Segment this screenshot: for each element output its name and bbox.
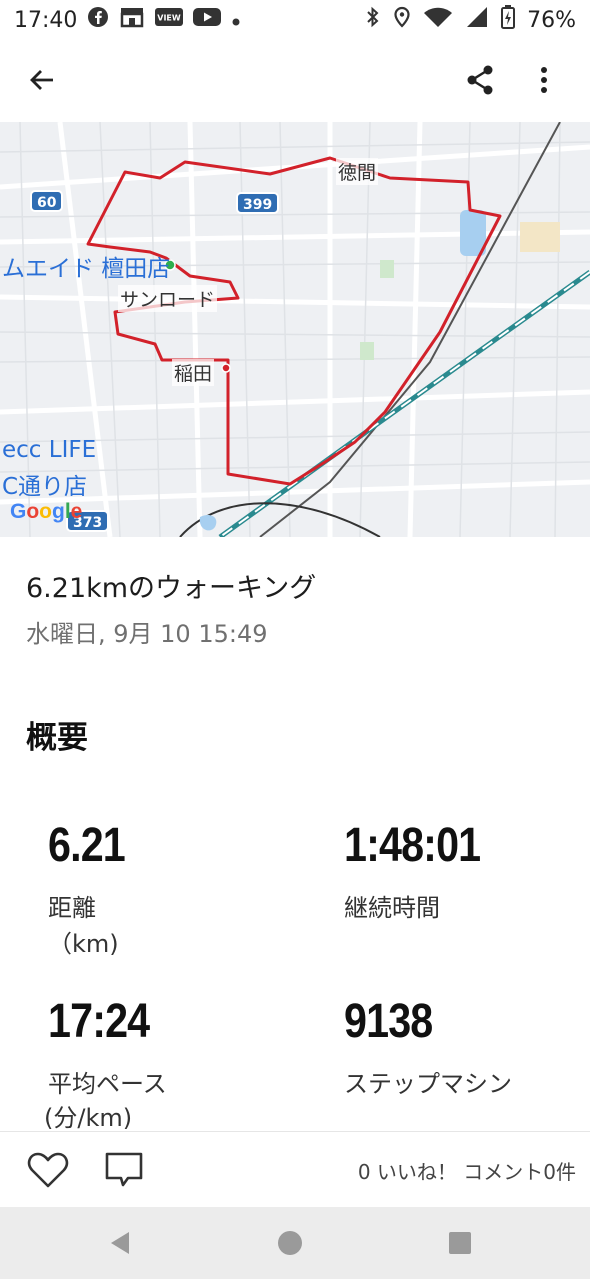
bluetooth-icon xyxy=(365,6,381,34)
status-time: 17:40 xyxy=(14,7,78,33)
road-badge-399: 399 xyxy=(236,192,280,214)
map-label-store-bottom-2: C通り店 xyxy=(2,474,88,500)
comment-icon xyxy=(105,1152,143,1187)
map-label-store-bottom-1: ecc LIFE xyxy=(2,437,97,463)
status-bar: 17:40 VIEW 76% xyxy=(0,0,590,40)
duration-label: 継続時間 xyxy=(344,894,440,922)
dot-icon xyxy=(231,8,241,33)
share-icon xyxy=(467,65,493,95)
distance-label: 距離 xyxy=(48,894,96,922)
nav-home-button[interactable] xyxy=(266,1219,314,1267)
map-label-store-top: ムエイド 檀田店 xyxy=(2,256,171,282)
nav-back-icon xyxy=(111,1232,129,1254)
view-icon: VIEW xyxy=(155,7,184,33)
heart-icon xyxy=(27,1152,69,1188)
share-button[interactable] xyxy=(456,56,504,104)
view-label: VIEW xyxy=(158,14,182,23)
map-label-tokuma: 徳間 xyxy=(336,158,379,185)
youtube-icon xyxy=(193,7,222,33)
activity-title: 6.21kmのウォーキング xyxy=(26,573,317,604)
facebook-icon xyxy=(87,6,109,34)
distance-value: 6.21 xyxy=(48,819,126,872)
google-logo: Google xyxy=(10,500,83,523)
system-nav-bar xyxy=(0,1207,590,1279)
pace-label: 平均ペース xyxy=(48,1070,167,1098)
activity-date: 水曜日, 9月 10 15:49 xyxy=(26,620,268,648)
pace-value: 17:24 xyxy=(48,995,150,1048)
like-button[interactable] xyxy=(24,1146,72,1194)
nav-recents-icon xyxy=(449,1232,471,1254)
nav-home-icon xyxy=(278,1231,302,1255)
road-badge-60: 60 xyxy=(30,190,64,212)
battery-level: 76% xyxy=(527,7,576,33)
back-button[interactable] xyxy=(18,56,66,104)
battery-charging-icon xyxy=(501,5,516,35)
pace-unit: (分/km) xyxy=(44,1104,133,1132)
more-options-button[interactable] xyxy=(520,56,568,104)
nav-back-button[interactable] xyxy=(96,1219,144,1267)
steps-label: ステップマシン xyxy=(344,1070,512,1098)
store-icon xyxy=(119,6,145,34)
signal-icon xyxy=(465,6,489,34)
location-icon xyxy=(393,6,411,34)
summary-heading: 概要 xyxy=(26,720,88,756)
steps-value: 9138 xyxy=(344,995,433,1048)
likes-comments-count[interactable]: 0 いいね！ コメント0件 xyxy=(358,1156,576,1185)
map-label-sunroad: サンロード xyxy=(118,285,218,312)
back-arrow-icon xyxy=(30,70,53,90)
comment-button[interactable] xyxy=(100,1146,148,1194)
app-bar xyxy=(0,40,590,122)
more-vert-icon xyxy=(541,67,547,93)
wifi-icon xyxy=(423,6,453,34)
distance-unit: （km) xyxy=(48,930,119,958)
nav-recents-button[interactable] xyxy=(436,1219,484,1267)
map-label-inada: 稲田 xyxy=(172,359,215,386)
duration-value: 1:48:01 xyxy=(344,819,481,872)
route-map[interactable]: 徳間 サンロード 稲田 ムエイド 檀田店 ecc LIFE C通り店 60 39… xyxy=(0,122,590,537)
action-bar: 0 いいね！ コメント0件 xyxy=(0,1131,590,1207)
